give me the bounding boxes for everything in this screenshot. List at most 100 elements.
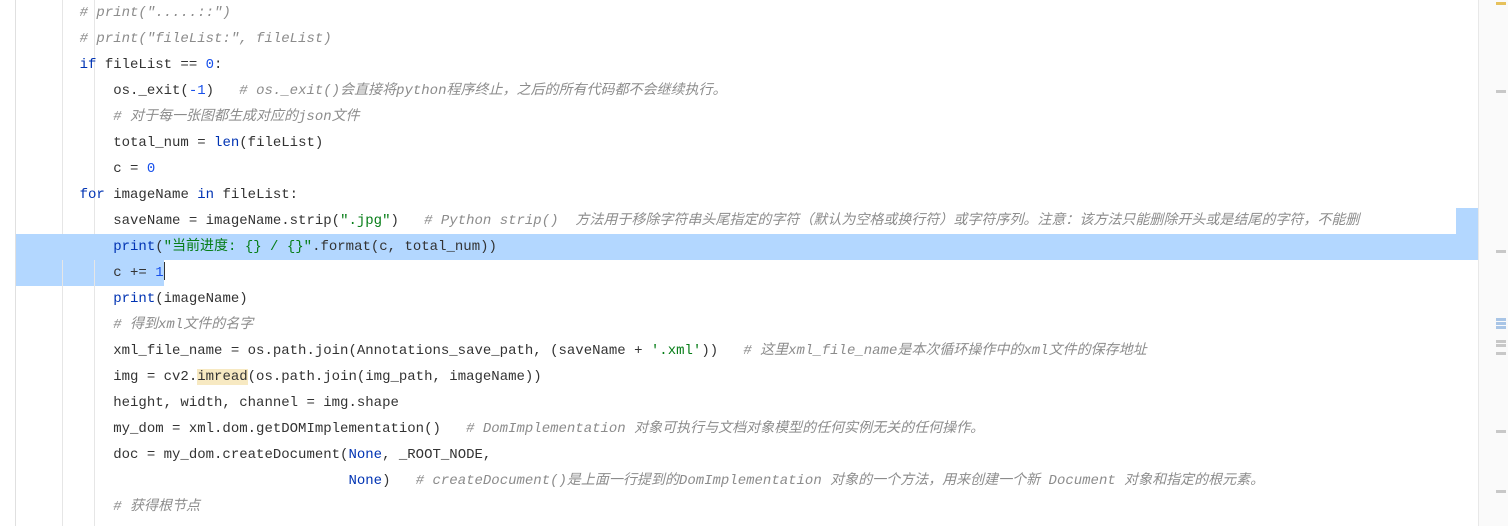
minimap-marker[interactable] bbox=[1496, 352, 1506, 355]
token: # 这里xml_file_name是本次循环操作中的xml文件的保存地址 bbox=[743, 343, 1146, 359]
minimap-marker[interactable] bbox=[1496, 326, 1506, 329]
code-line[interactable]: c = 0 bbox=[16, 156, 1478, 182]
token: ".jpg" bbox=[340, 213, 390, 229]
line-content: img = cv2.imread(os.path.join(img_path, … bbox=[46, 369, 542, 385]
scrollbar[interactable] bbox=[1496, 0, 1508, 526]
token: ( bbox=[155, 239, 163, 255]
token: total_num = bbox=[113, 135, 214, 151]
code-line[interactable]: c += 1 bbox=[16, 260, 1478, 286]
token: -1 bbox=[189, 83, 206, 99]
line-content: height, width, channel = img.shape bbox=[46, 395, 399, 411]
code-line[interactable]: saveName = imageName.strip(".jpg") # Pyt… bbox=[16, 208, 1478, 234]
token: if bbox=[80, 57, 97, 73]
code-line[interactable]: # print(".....::") bbox=[16, 0, 1478, 26]
token: (os.path.join(img_path, imageName)) bbox=[248, 369, 542, 385]
token: xml_file_name = os.path.join(Annotations… bbox=[113, 343, 651, 359]
token: (imageName) bbox=[155, 291, 247, 307]
code-line[interactable]: # print("fileList:", fileList) bbox=[16, 26, 1478, 52]
line-content: if fileList == 0: bbox=[46, 57, 222, 73]
code-line[interactable]: if fileList == 0: bbox=[16, 52, 1478, 78]
token: print bbox=[113, 239, 155, 255]
minimap-marker[interactable] bbox=[1496, 344, 1506, 347]
line-content: for imageName in fileList: bbox=[46, 187, 298, 203]
token: "当前进度: {} / {}" bbox=[164, 239, 312, 255]
token: ) bbox=[382, 473, 416, 489]
minimap-marker[interactable] bbox=[1496, 250, 1506, 253]
token bbox=[113, 473, 348, 489]
token: None bbox=[348, 447, 382, 463]
minimap-marker[interactable] bbox=[1496, 2, 1506, 5]
code-line[interactable]: height, width, channel = img.shape bbox=[16, 390, 1478, 416]
token: # createDocument()是上面一行提到的DomImplementat… bbox=[416, 473, 1264, 489]
token: imread bbox=[197, 369, 247, 385]
code-area[interactable]: # print(".....::") # print("fileList:", … bbox=[16, 0, 1478, 526]
line-content: c += 1 bbox=[46, 265, 165, 281]
token: print bbox=[113, 291, 155, 307]
token: # Python strip() bbox=[424, 213, 558, 229]
line-content: my_dom = xml.dom.getDOMImplementation() … bbox=[46, 421, 984, 437]
code-line[interactable]: doc = my_dom.createDocument(None, _ROOT_… bbox=[16, 442, 1478, 468]
editor-gutter bbox=[0, 0, 16, 526]
token: imageName bbox=[105, 187, 197, 203]
code-line[interactable]: xml_file_name = os.path.join(Annotations… bbox=[16, 338, 1478, 364]
token: (fileList) bbox=[239, 135, 323, 151]
line-content: # 对于每一张图都生成对应的json文件 bbox=[46, 109, 360, 125]
minimap-marker[interactable] bbox=[1496, 430, 1506, 433]
token: img = cv2. bbox=[113, 369, 197, 385]
code-line[interactable]: os._exit(-1) # os._exit()会直接将python程序终止，… bbox=[16, 78, 1478, 104]
line-content: c = 0 bbox=[46, 161, 155, 177]
code-editor[interactable]: # print(".....::") # print("fileList:", … bbox=[0, 0, 1478, 526]
minimap-marker[interactable] bbox=[1496, 340, 1506, 343]
minimap-marker[interactable] bbox=[1496, 90, 1506, 93]
text-caret bbox=[164, 262, 165, 280]
code-line[interactable]: # 获得根节点 bbox=[16, 494, 1478, 520]
code-line[interactable]: # 得到xml文件的名字 bbox=[16, 312, 1478, 338]
line-content: total_num = len(fileList) bbox=[46, 135, 323, 151]
token: c = bbox=[113, 161, 147, 177]
minimap-marker[interactable] bbox=[1496, 490, 1506, 493]
token: '.xml' bbox=[651, 343, 701, 359]
line-content: print("当前进度: {} / {}".format(c, total_nu… bbox=[46, 239, 497, 255]
token: doc = my_dom.createDocument( bbox=[113, 447, 348, 463]
line-content: # 获得根节点 bbox=[46, 499, 200, 515]
token: 1 bbox=[155, 265, 163, 281]
token: 方法用于移除字符串头尾指定的字符（默认为空格或换行符）或字符序列。注意：该方法只… bbox=[559, 213, 1360, 229]
token: # 得到xml文件的名字 bbox=[113, 317, 253, 333]
token: , _ROOT_NODE, bbox=[382, 447, 491, 463]
token: # DomImplementation 对象可执行与文档对象模型的任何实例无关的… bbox=[466, 421, 984, 437]
code-line[interactable]: img = cv2.imread(os.path.join(img_path, … bbox=[16, 364, 1478, 390]
token: # print(".....::") bbox=[80, 5, 231, 21]
token: saveName = imageName.strip( bbox=[113, 213, 340, 229]
line-content: doc = my_dom.createDocument(None, _ROOT_… bbox=[46, 447, 491, 463]
token: ) bbox=[206, 83, 240, 99]
minimap[interactable] bbox=[1478, 0, 1508, 526]
line-content: # 得到xml文件的名字 bbox=[46, 317, 253, 333]
code-line[interactable]: print(imageName) bbox=[16, 286, 1478, 312]
token: # print("fileList:", fileList) bbox=[80, 31, 332, 47]
token: )) bbox=[701, 343, 743, 359]
token: .format(c, total_num)) bbox=[312, 239, 497, 255]
line-content: # print("fileList:", fileList) bbox=[46, 31, 332, 47]
token: fileList == bbox=[96, 57, 205, 73]
code-line[interactable]: None) # createDocument()是上面一行提到的DomImple… bbox=[16, 468, 1478, 494]
token: fileList: bbox=[214, 187, 298, 203]
token: os._exit( bbox=[113, 83, 189, 99]
code-line[interactable]: total_num = len(fileList) bbox=[16, 130, 1478, 156]
token: in bbox=[197, 187, 214, 203]
token: len bbox=[214, 135, 239, 151]
minimap-marker[interactable] bbox=[1496, 318, 1506, 321]
minimap-marker[interactable] bbox=[1496, 322, 1506, 325]
line-content: saveName = imageName.strip(".jpg") # Pyt… bbox=[46, 213, 1359, 229]
code-line[interactable]: print("当前进度: {} / {}".format(c, total_nu… bbox=[16, 234, 1478, 260]
code-line[interactable]: for imageName in fileList: bbox=[16, 182, 1478, 208]
token: : bbox=[214, 57, 222, 73]
code-line[interactable]: my_dom = xml.dom.getDOMImplementation() … bbox=[16, 416, 1478, 442]
code-line[interactable]: # 对于每一张图都生成对应的json文件 bbox=[16, 104, 1478, 130]
token: # 对于每一张图都生成对应的json文件 bbox=[113, 109, 359, 125]
token: height, width, channel = img.shape bbox=[113, 395, 399, 411]
line-content: xml_file_name = os.path.join(Annotations… bbox=[46, 343, 1147, 359]
line-content: None) # createDocument()是上面一行提到的DomImple… bbox=[46, 473, 1264, 489]
token: 0 bbox=[147, 161, 155, 177]
token: for bbox=[80, 187, 105, 203]
token: # os._exit()会直接将python程序终止，之后的所有代码都不会继续执… bbox=[239, 83, 726, 99]
